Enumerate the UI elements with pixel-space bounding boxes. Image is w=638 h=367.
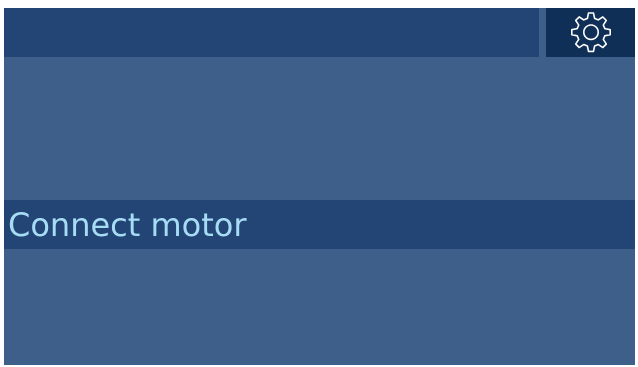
header-bar	[4, 8, 539, 57]
settings-button[interactable]	[546, 8, 635, 57]
status-band: Connect motor	[4, 200, 635, 249]
gear-icon	[568, 10, 614, 56]
main-screen: Connect motor	[4, 8, 635, 365]
status-message: Connect motor	[8, 205, 247, 244]
